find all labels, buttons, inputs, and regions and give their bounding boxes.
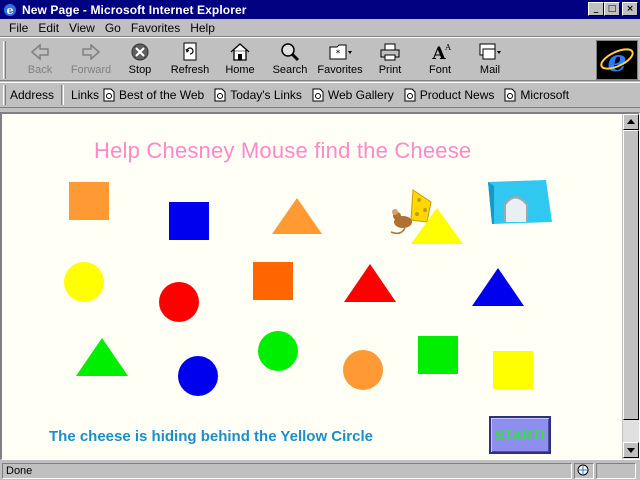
link-best-of-the-web[interactable]: Best of the Web [103, 88, 204, 102]
title-bar[interactable]: e New Page - Microsoft Internet Explorer… [0, 0, 640, 19]
favorites-icon: * [329, 44, 352, 60]
zone-panel [574, 463, 594, 479]
search-icon [281, 43, 300, 62]
linksbar-separator[interactable] [61, 85, 65, 105]
address-label[interactable]: Address [6, 88, 58, 102]
print-icon [380, 43, 400, 61]
refresh-icon [183, 42, 197, 61]
menu-file[interactable]: File [4, 21, 33, 35]
forward-arrow-icon [82, 43, 101, 61]
toolbar-grip[interactable] [3, 41, 6, 79]
home-button[interactable]: Home [220, 40, 260, 80]
status-bar: Done [0, 462, 640, 480]
menu-help[interactable]: Help [185, 21, 220, 35]
refresh-button[interactable]: Refresh [166, 40, 214, 80]
blue-circle[interactable] [178, 356, 218, 396]
page-icon [214, 88, 226, 102]
mail-button[interactable]: Mail [470, 40, 510, 80]
print-button[interactable]: Print [372, 40, 408, 80]
svg-text:e: e [7, 4, 14, 17]
maximize-button[interactable]: □ [604, 2, 620, 16]
svg-text:A: A [444, 43, 451, 52]
scroll-up-button[interactable] [623, 114, 639, 130]
page-icon [312, 88, 324, 102]
zone-icon [577, 464, 589, 476]
back-button[interactable]: Back [18, 40, 62, 80]
status-extra-panel [596, 463, 636, 479]
stop-icon [131, 43, 149, 61]
hint-text: The cheese is hiding behind the Yellow C… [49, 428, 373, 445]
ie-throbber-logo: e [596, 40, 638, 80]
red-circle[interactable] [159, 282, 199, 322]
back-arrow-icon [30, 43, 49, 61]
scroll-down-button[interactable] [623, 442, 639, 458]
menu-go[interactable]: Go [100, 21, 126, 35]
page-icon [404, 88, 416, 102]
ie-logo-icon: e [4, 3, 16, 17]
green-square[interactable] [418, 336, 458, 374]
mouse-hole [488, 180, 552, 224]
orange-triangle[interactable] [270, 196, 324, 236]
font-icon: AA [431, 43, 451, 62]
search-button[interactable]: Search [268, 40, 312, 80]
home-icon [230, 43, 250, 61]
links-label: Links [71, 88, 100, 102]
page-icon [504, 88, 516, 102]
browser-viewport: Help Chesney Mouse find the Cheese The c… [0, 112, 640, 460]
yellow-circle[interactable] [64, 262, 104, 302]
start-button[interactable]: START! [489, 416, 551, 454]
scroll-thumb[interactable] [623, 130, 639, 420]
linksbar-grip[interactable] [3, 85, 6, 105]
menu-bar: File Edit View Go Favorites Help [0, 19, 640, 37]
orange-square[interactable] [69, 182, 109, 220]
forward-button[interactable]: Forward [66, 40, 116, 80]
mail-icon [479, 43, 501, 60]
link-microsoft[interactable]: Microsoft [504, 88, 569, 102]
page-heading: Help Chesney Mouse find the Cheese [94, 138, 472, 163]
blue-triangle[interactable] [470, 266, 526, 308]
arrow-down-icon [627, 448, 635, 453]
page-icon [103, 88, 115, 102]
arrow-up-icon [627, 119, 635, 124]
minimize-button[interactable]: _ [588, 2, 604, 16]
link-todays-links[interactable]: Today's Links [214, 88, 302, 102]
yellow-triangle[interactable] [409, 206, 465, 246]
orange-circle[interactable] [343, 350, 383, 390]
green-circle[interactable] [258, 331, 298, 371]
stop-button[interactable]: Stop [120, 40, 160, 80]
menu-favorites[interactable]: Favorites [126, 21, 185, 35]
menu-view[interactable]: View [64, 21, 100, 35]
favorites-button[interactable]: * Favorites [316, 40, 364, 80]
dark-orange-square[interactable] [253, 262, 293, 300]
yellow-square[interactable] [493, 351, 533, 389]
status-text: Done [2, 463, 572, 479]
green-triangle[interactable] [74, 336, 130, 378]
ie-logo-icon: e [600, 44, 634, 79]
font-button[interactable]: AA Font [422, 40, 458, 80]
link-web-gallery[interactable]: Web Gallery [312, 88, 394, 102]
vertical-scrollbar[interactable] [623, 114, 639, 459]
red-triangle[interactable] [342, 262, 398, 304]
web-page: Help Chesney Mouse find the Cheese The c… [2, 114, 622, 459]
window-title: New Page - Microsoft Internet Explorer [22, 2, 247, 17]
standard-toolbar: Back Forward Stop Refresh Home Search * … [0, 37, 640, 81]
links-bar: Address Links Best of the Web Today's Li… [0, 82, 640, 108]
svg-text:*: * [336, 49, 341, 59]
menu-edit[interactable]: Edit [33, 21, 64, 35]
link-product-news[interactable]: Product News [404, 88, 494, 102]
close-button[interactable]: × [622, 2, 638, 16]
blue-square[interactable] [169, 202, 209, 240]
